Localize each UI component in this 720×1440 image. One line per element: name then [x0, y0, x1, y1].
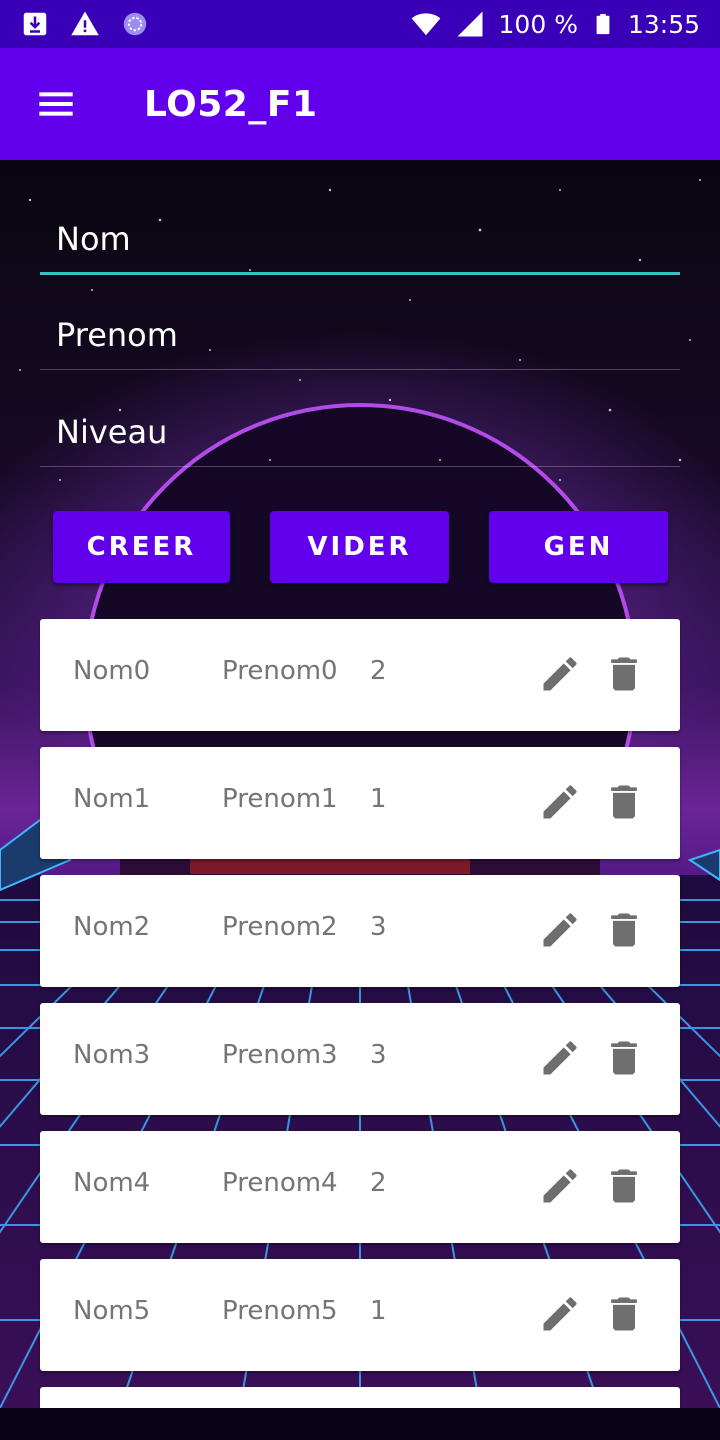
edit-button[interactable]	[538, 1036, 582, 1080]
row-nom: Nom0	[73, 656, 151, 686]
delete-button[interactable]	[602, 1036, 646, 1080]
delete-icon	[611, 1297, 637, 1331]
delete-icon	[611, 785, 637, 819]
prenom-field[interactable]	[40, 300, 680, 370]
signal-icon	[457, 11, 483, 37]
battery-icon	[596, 13, 610, 35]
edit-icon	[543, 1169, 577, 1203]
row-prenom: Prenom4	[222, 1168, 338, 1198]
row-niveau: 1	[370, 784, 387, 814]
row-niveau: 3	[370, 912, 387, 942]
prenom-input[interactable]	[40, 300, 680, 369]
row-nom: Nom5	[73, 1296, 151, 1326]
list-item: Nom3 Prenom3 3	[40, 1003, 680, 1115]
delete-icon	[611, 657, 637, 691]
delete-icon	[611, 1041, 637, 1075]
edit-button[interactable]	[538, 1292, 582, 1336]
gen-button[interactable]: GEN	[489, 511, 668, 583]
edit-button[interactable]	[538, 780, 582, 824]
edit-icon	[543, 1297, 577, 1331]
creer-button[interactable]: CREER	[53, 511, 230, 583]
app-title: LO52_F1	[144, 83, 318, 125]
delete-button[interactable]	[602, 908, 646, 952]
delete-button[interactable]	[602, 1164, 646, 1208]
edit-icon	[543, 785, 577, 819]
row-nom: Nom4	[73, 1168, 151, 1198]
delete-icon	[611, 913, 637, 947]
niveau-input[interactable]	[40, 397, 680, 466]
app-bar: LO52_F1	[0, 48, 720, 160]
edit-button[interactable]	[538, 652, 582, 696]
edit-icon	[543, 1041, 577, 1075]
delete-button[interactable]	[602, 780, 646, 824]
row-nom: Nom3	[73, 1040, 151, 1070]
row-prenom: Prenom1	[222, 784, 338, 814]
edit-icon	[543, 913, 577, 947]
row-prenom: Prenom2	[222, 912, 338, 942]
delete-button[interactable]	[602, 652, 646, 696]
clock: 13:55	[627, 9, 700, 39]
list-item: Nom4 Prenom4 2	[40, 1131, 680, 1243]
edit-icon	[543, 657, 577, 691]
list-item: Nom2 Prenom2 3	[40, 875, 680, 987]
row-nom: Nom2	[73, 912, 151, 942]
vider-button[interactable]: VIDER	[270, 511, 449, 583]
edit-button[interactable]	[538, 1164, 582, 1208]
sync-icon	[123, 12, 147, 36]
row-niveau: 3	[370, 1040, 387, 1070]
delete-button[interactable]	[602, 1292, 646, 1336]
row-prenom: Prenom3	[222, 1040, 338, 1070]
row-prenom: Prenom5	[222, 1296, 338, 1326]
list-item	[40, 1387, 680, 1408]
nom-field[interactable]	[40, 205, 680, 275]
download-icon	[23, 12, 47, 36]
delete-icon	[611, 1169, 637, 1203]
main-content: CREER VIDER GEN Nom0 Prenom0 2 Nom1 Pren…	[0, 160, 720, 1408]
row-niveau: 1	[370, 1296, 387, 1326]
menu-icon	[39, 92, 73, 116]
niveau-field[interactable]	[40, 397, 680, 467]
list-item: Nom5 Prenom5 1	[40, 1259, 680, 1371]
status-bar: 100 % 13:55	[0, 0, 720, 48]
menu-button[interactable]	[0, 48, 112, 160]
nom-input[interactable]	[40, 205, 680, 272]
row-niveau: 2	[370, 656, 387, 686]
warning-icon	[71, 11, 99, 36]
wifi-icon	[411, 13, 440, 36]
row-niveau: 2	[370, 1168, 387, 1198]
list-item: Nom0 Prenom0 2	[40, 619, 680, 731]
battery-level: 100 %	[498, 9, 578, 39]
edit-button[interactable]	[538, 908, 582, 952]
row-prenom: Prenom0	[222, 656, 338, 686]
list-item: Nom1 Prenom1 1	[40, 747, 680, 859]
row-nom: Nom1	[73, 784, 151, 814]
